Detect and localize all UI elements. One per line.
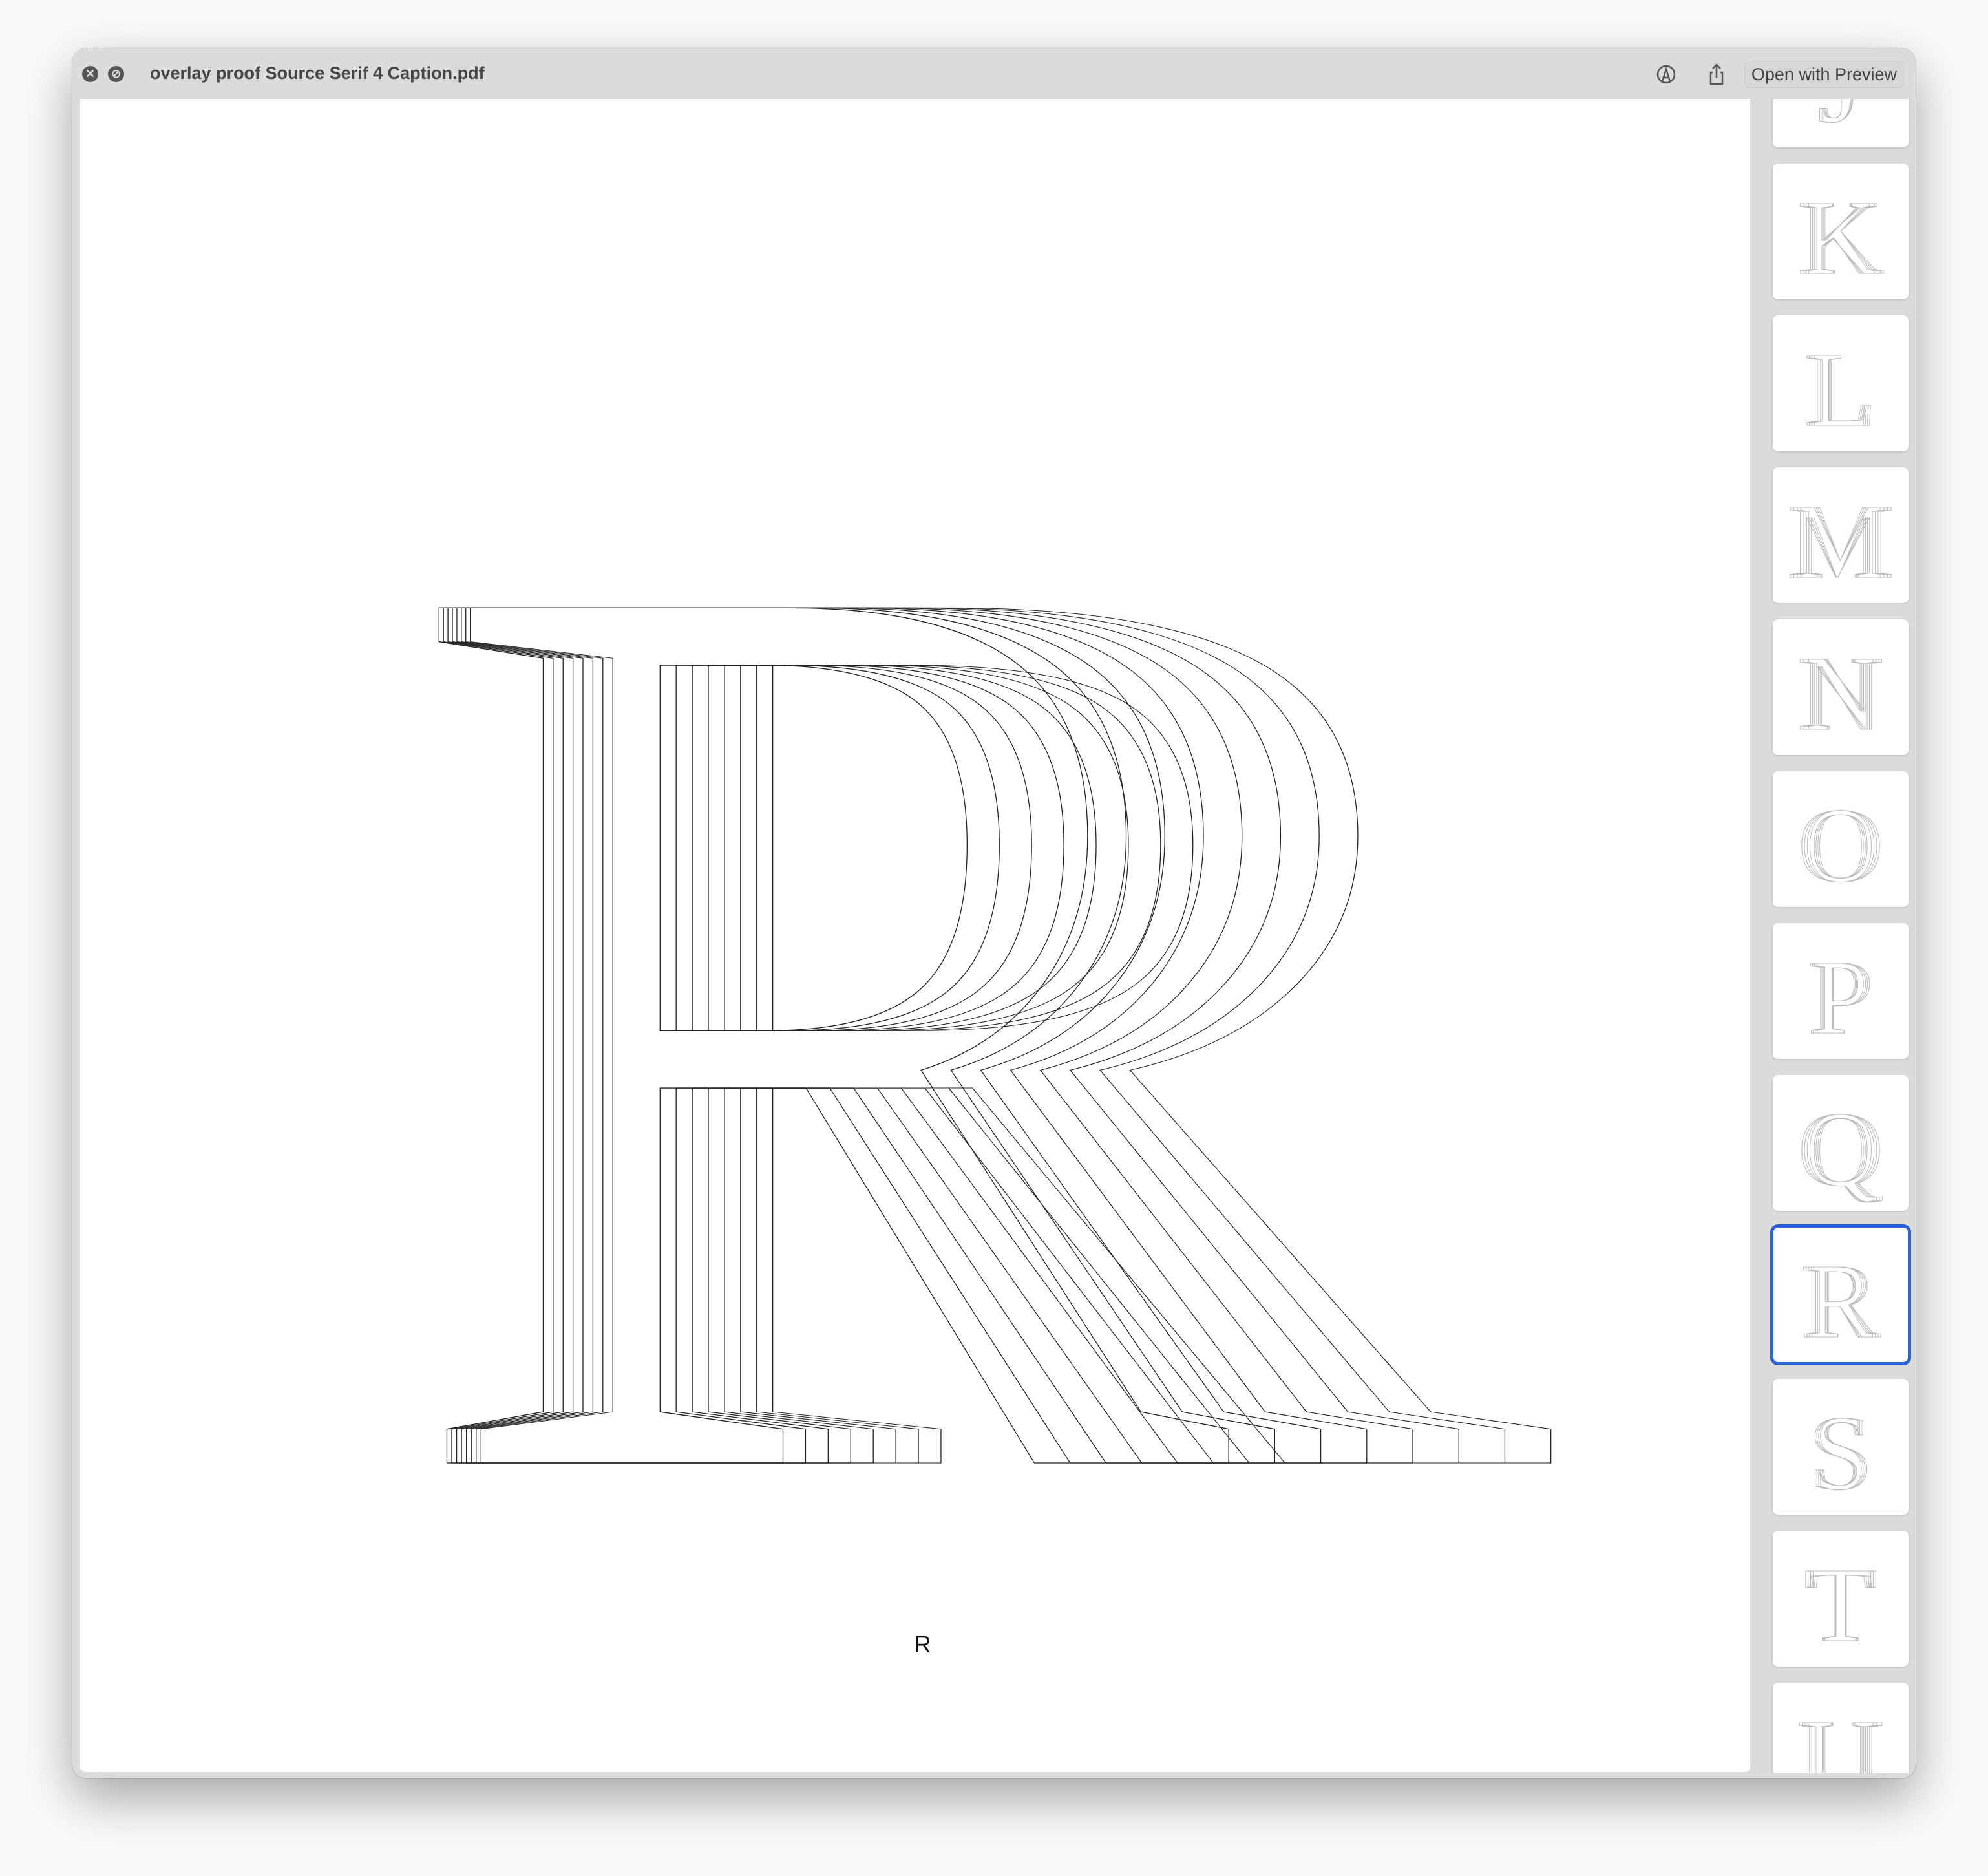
thumbnail-glyph: O (1797, 787, 1885, 905)
title-bar: ✕ ⊘ overlay proof Source Serif 4 Caption… (72, 48, 1916, 99)
thumbnail-N[interactable]: NNNN (1773, 619, 1909, 755)
thumbnail-glyph: P (1807, 939, 1875, 1057)
thumbnail-glyph: L (1804, 331, 1878, 449)
thumbnail-J[interactable]: JJJJ (1773, 99, 1909, 147)
thumbnail-R[interactable]: RRRR (1770, 1224, 1911, 1365)
close-icon[interactable]: ✕ (82, 66, 98, 82)
markup-icon[interactable] (1653, 61, 1679, 87)
thumbnail-L[interactable]: LLLL (1773, 315, 1909, 451)
thumbnail-P[interactable]: PPPP (1773, 923, 1909, 1059)
thumbnail-U[interactable]: UUUU (1773, 1683, 1909, 1773)
glyph-outline: R (421, 299, 1561, 1746)
glyph-overlay: RRRRRRRR (403, 299, 1562, 1747)
quicklook-window: ✕ ⊘ overlay proof Source Serif 4 Caption… (72, 48, 1916, 1778)
open-with-preview-button[interactable]: Open with Preview (1744, 61, 1904, 88)
thumbnail-glyph: M (1786, 483, 1894, 601)
thumbnail-K[interactable]: KKKK (1773, 164, 1909, 299)
thumbnail-glyph: Q (1797, 1091, 1885, 1209)
glyph-caption: R (914, 1631, 931, 1657)
thumbnail-sidebar[interactable]: JJJJ KKKK LLLL MMMM NNNN OOOO PPPP QQQQRRRR SSSS… (1765, 99, 1916, 1773)
thumbnail-S[interactable]: SSSS (1773, 1379, 1909, 1515)
thumbnail-glyph: T (1804, 1546, 1878, 1665)
thumbnail-glyph: K (1797, 179, 1885, 297)
pdf-page: RRRRRRRR R (80, 99, 1750, 1772)
thumbnail-O[interactable]: OOOO (1773, 771, 1909, 907)
share-icon[interactable] (1704, 61, 1729, 87)
minimize-icon[interactable]: ⊘ (108, 66, 124, 82)
thumbnail-glyph: U (1797, 1698, 1885, 1773)
thumbnail-T[interactable]: TTTT (1773, 1531, 1909, 1667)
window-title: overlay proof Source Serif 4 Caption.pdf (150, 63, 485, 83)
thumbnail-glyph: J (1817, 99, 1864, 145)
thumbnail-Q[interactable]: QQQQ (1773, 1075, 1909, 1211)
thumbnail-glyph: S (1807, 1394, 1875, 1513)
thumbnail-glyph: R (1800, 1242, 1881, 1361)
thumbnail-M[interactable]: MMMM (1773, 467, 1909, 603)
thumbnail-glyph: N (1797, 635, 1885, 753)
